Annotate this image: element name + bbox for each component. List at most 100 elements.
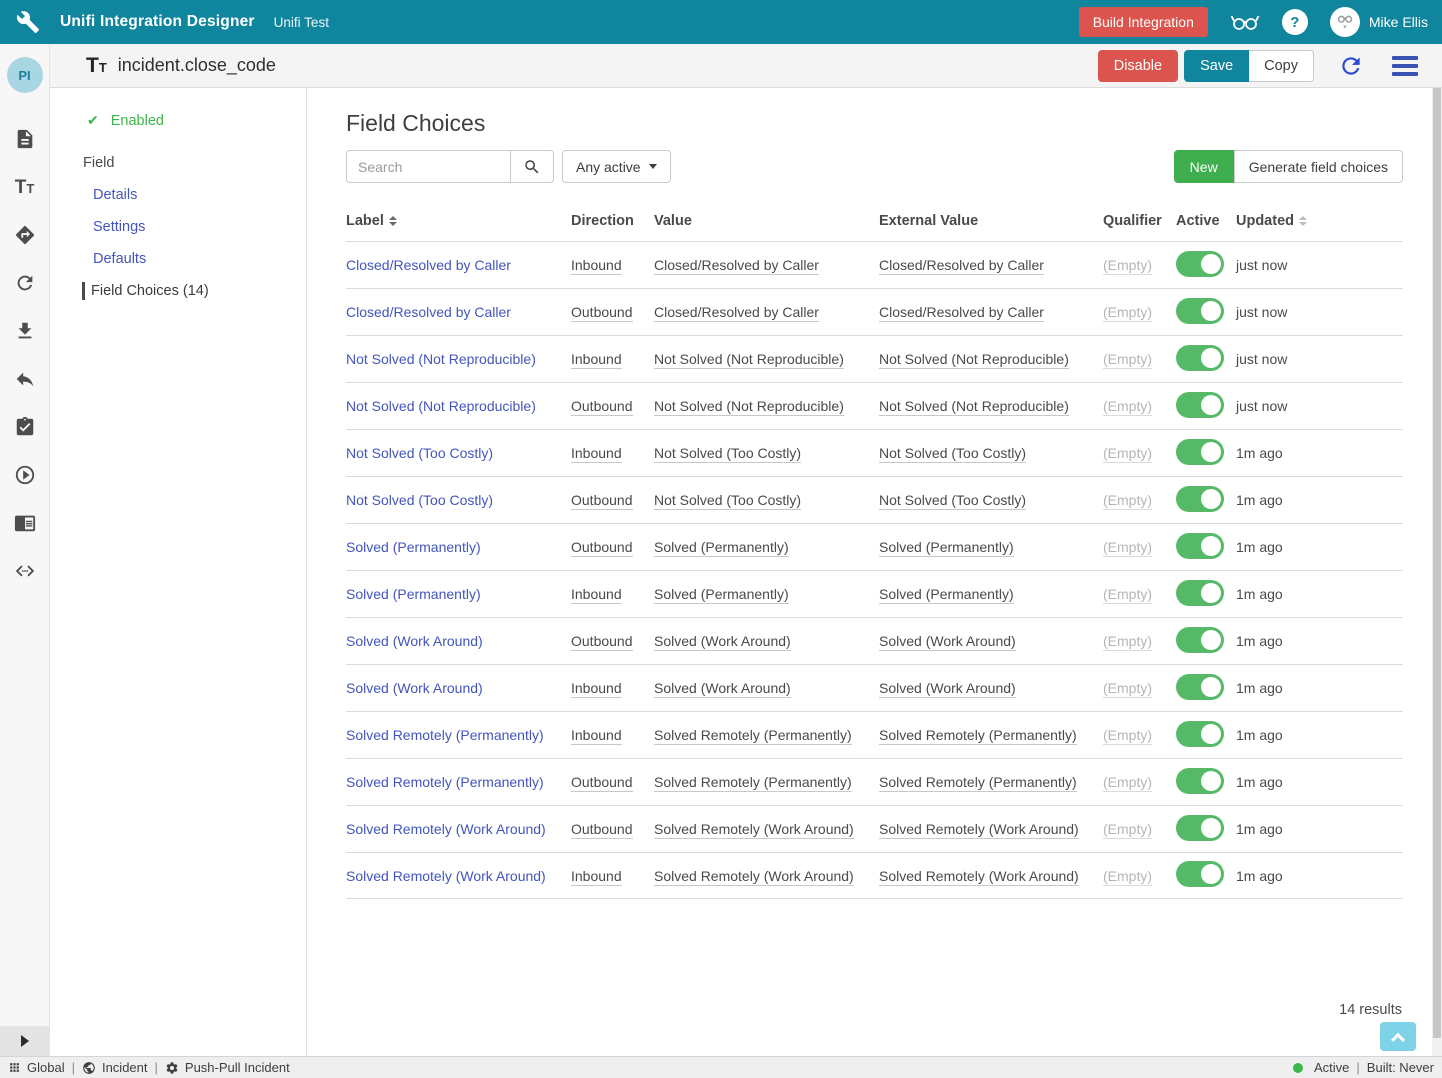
- row-qualifier[interactable]: (Empty): [1103, 774, 1152, 792]
- row-direction[interactable]: Outbound: [571, 398, 633, 416]
- column-qualifier[interactable]: Qualifier: [1103, 213, 1176, 229]
- column-external-value[interactable]: External Value: [879, 213, 1103, 229]
- row-qualifier[interactable]: (Empty): [1103, 727, 1152, 745]
- row-direction[interactable]: Inbound: [571, 445, 622, 463]
- row-qualifier[interactable]: (Empty): [1103, 398, 1152, 416]
- column-value[interactable]: Value: [654, 213, 879, 229]
- row-external-value[interactable]: Solved (Permanently): [879, 586, 1014, 604]
- row-qualifier[interactable]: (Empty): [1103, 304, 1152, 322]
- row-label-link[interactable]: Closed/Resolved by Caller: [346, 304, 511, 320]
- row-value[interactable]: Solved (Permanently): [654, 586, 789, 604]
- active-toggle[interactable]: [1176, 768, 1224, 794]
- row-external-value[interactable]: Solved (Work Around): [879, 633, 1016, 651]
- row-direction[interactable]: Inbound: [571, 586, 622, 604]
- active-toggle[interactable]: [1176, 345, 1224, 371]
- row-qualifier[interactable]: (Empty): [1103, 257, 1152, 275]
- row-label-link[interactable]: Solved (Permanently): [346, 539, 481, 555]
- row-external-value[interactable]: Solved Remotely (Permanently): [879, 727, 1077, 745]
- row-label-link[interactable]: Solved Remotely (Work Around): [346, 821, 546, 837]
- row-value[interactable]: Not Solved (Too Costly): [654, 445, 801, 463]
- column-updated[interactable]: Updated: [1236, 213, 1403, 229]
- row-value[interactable]: Solved (Work Around): [654, 633, 791, 651]
- app-indicator[interactable]: Incident: [82, 1060, 148, 1075]
- code-icon[interactable]: [13, 559, 37, 583]
- book-icon[interactable]: [13, 511, 37, 535]
- active-toggle[interactable]: [1176, 298, 1224, 324]
- row-direction[interactable]: Outbound: [571, 633, 633, 651]
- refresh-button[interactable]: [1338, 53, 1364, 79]
- save-button[interactable]: Save: [1184, 50, 1249, 82]
- row-external-value[interactable]: Solved (Work Around): [879, 680, 1016, 698]
- row-external-value[interactable]: Not Solved (Too Costly): [879, 445, 1026, 463]
- row-direction[interactable]: Inbound: [571, 257, 622, 275]
- column-active[interactable]: Active: [1176, 213, 1236, 229]
- active-toggle[interactable]: [1176, 861, 1224, 887]
- row-external-value[interactable]: Closed/Resolved by Caller: [879, 304, 1044, 322]
- copy-button[interactable]: Copy: [1249, 50, 1314, 82]
- row-direction[interactable]: Outbound: [571, 492, 633, 510]
- active-toggle[interactable]: [1176, 439, 1224, 465]
- row-external-value[interactable]: Not Solved (Too Costly): [879, 492, 1026, 510]
- row-value[interactable]: Closed/Resolved by Caller: [654, 304, 819, 322]
- row-qualifier[interactable]: (Empty): [1103, 680, 1152, 698]
- user-menu[interactable]: Mike Ellis: [1330, 7, 1428, 37]
- row-label-link[interactable]: Solved Remotely (Work Around): [346, 868, 546, 884]
- row-label-link[interactable]: Not Solved (Too Costly): [346, 445, 493, 461]
- column-direction[interactable]: Direction: [571, 213, 654, 229]
- row-direction[interactable]: Inbound: [571, 727, 622, 745]
- row-direction[interactable]: Inbound: [571, 868, 622, 886]
- app-subtitle[interactable]: Unifi Test: [274, 15, 329, 30]
- row-direction[interactable]: Inbound: [571, 680, 622, 698]
- generate-field-choices-button[interactable]: Generate field choices: [1234, 150, 1403, 183]
- clipboard-check-icon[interactable]: [13, 415, 37, 439]
- row-qualifier[interactable]: (Empty): [1103, 868, 1152, 886]
- row-value[interactable]: Solved Remotely (Permanently): [654, 774, 852, 792]
- row-external-value[interactable]: Solved (Permanently): [879, 539, 1014, 557]
- row-qualifier[interactable]: (Empty): [1103, 633, 1152, 651]
- play-circle-icon[interactable]: [13, 463, 37, 487]
- row-qualifier[interactable]: (Empty): [1103, 351, 1152, 369]
- build-integration-button[interactable]: Build Integration: [1079, 7, 1208, 37]
- row-label-link[interactable]: Solved (Permanently): [346, 586, 481, 602]
- active-toggle[interactable]: [1176, 815, 1224, 841]
- preview-glasses-icon[interactable]: [1230, 11, 1260, 33]
- row-direction[interactable]: Outbound: [571, 774, 633, 792]
- row-value[interactable]: Closed/Resolved by Caller: [654, 257, 819, 275]
- integration-avatar[interactable]: PI: [7, 57, 43, 93]
- directions-icon[interactable]: [13, 223, 37, 247]
- row-value[interactable]: Not Solved (Too Costly): [654, 492, 801, 510]
- row-value[interactable]: Solved (Permanently): [654, 539, 789, 557]
- active-toggle[interactable]: [1176, 251, 1224, 277]
- active-toggle[interactable]: [1176, 627, 1224, 653]
- row-label-link[interactable]: Closed/Resolved by Caller: [346, 257, 511, 273]
- row-direction[interactable]: Outbound: [571, 304, 633, 322]
- row-value[interactable]: Solved Remotely (Work Around): [654, 868, 854, 886]
- row-direction[interactable]: Inbound: [571, 351, 622, 369]
- row-qualifier[interactable]: (Empty): [1103, 492, 1152, 510]
- scope-indicator[interactable]: Global: [8, 1060, 65, 1075]
- row-external-value[interactable]: Solved Remotely (Permanently): [879, 774, 1077, 792]
- expand-rail-button[interactable]: [0, 1026, 49, 1056]
- menu-button[interactable]: [1392, 56, 1418, 76]
- active-toggle[interactable]: [1176, 721, 1224, 747]
- row-qualifier[interactable]: (Empty): [1103, 445, 1152, 463]
- column-label[interactable]: Label: [346, 213, 571, 229]
- history-icon[interactable]: [13, 271, 37, 295]
- active-toggle[interactable]: [1176, 580, 1224, 606]
- active-toggle[interactable]: [1176, 486, 1224, 512]
- row-label-link[interactable]: Not Solved (Not Reproducible): [346, 351, 536, 367]
- row-label-link[interactable]: Solved Remotely (Permanently): [346, 774, 544, 790]
- search-input[interactable]: [346, 150, 510, 183]
- disable-button[interactable]: Disable: [1098, 50, 1178, 82]
- row-label-link[interactable]: Not Solved (Not Reproducible): [346, 398, 536, 414]
- sidebar-item-defaults[interactable]: Defaults: [93, 251, 306, 267]
- vertical-scrollbar[interactable]: [1432, 88, 1442, 1056]
- row-value[interactable]: Solved Remotely (Work Around): [654, 821, 854, 839]
- active-toggle[interactable]: [1176, 392, 1224, 418]
- row-qualifier[interactable]: (Empty): [1103, 539, 1152, 557]
- row-value[interactable]: Solved (Work Around): [654, 680, 791, 698]
- row-external-value[interactable]: Solved Remotely (Work Around): [879, 868, 1079, 886]
- row-direction[interactable]: Outbound: [571, 539, 633, 557]
- active-filter-dropdown[interactable]: Any active: [562, 150, 671, 183]
- row-qualifier[interactable]: (Empty): [1103, 586, 1152, 604]
